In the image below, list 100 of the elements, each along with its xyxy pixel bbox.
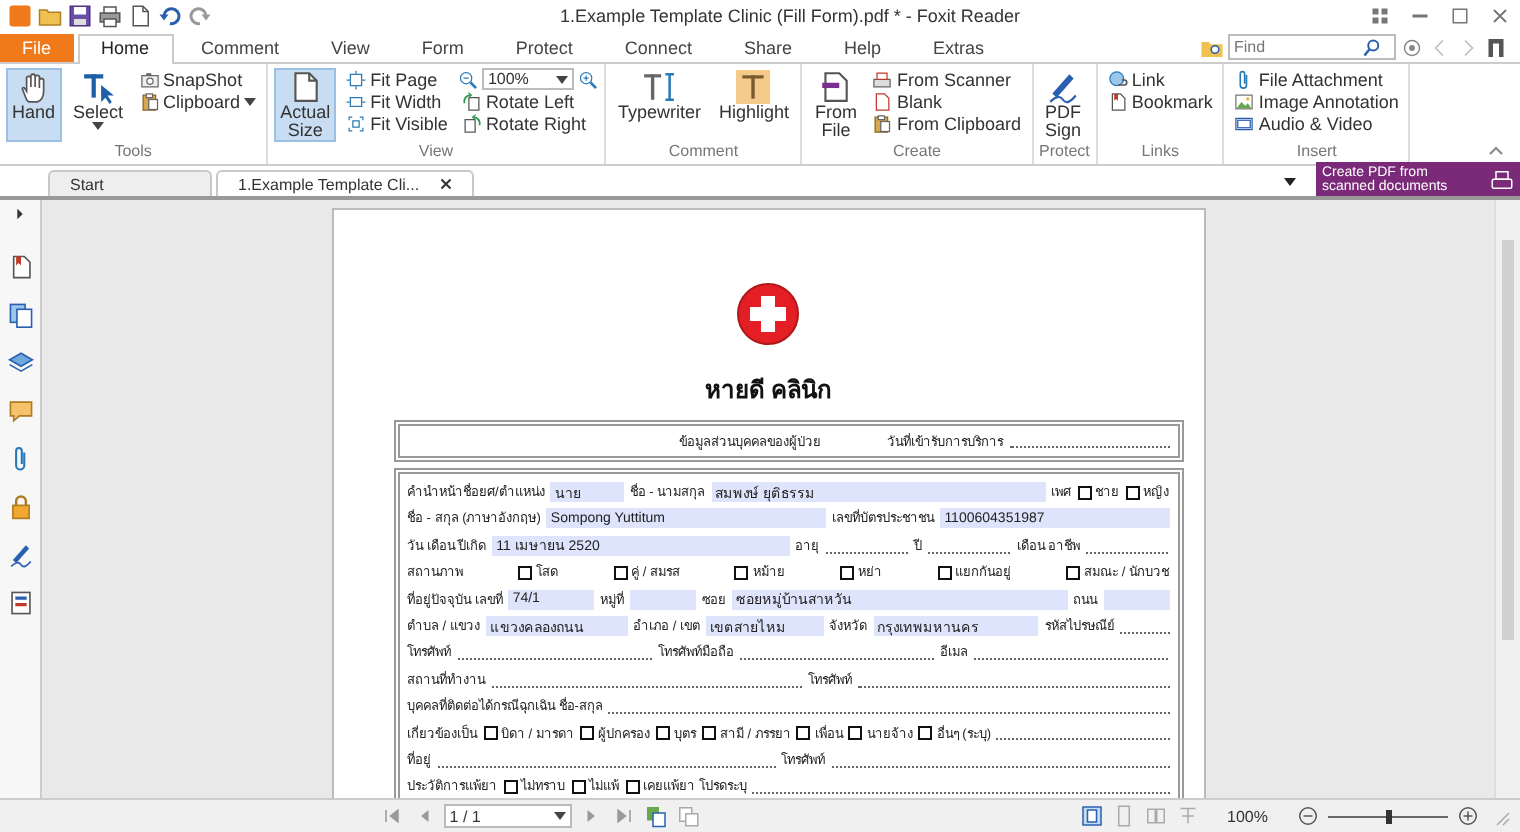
checkbox[interactable] bbox=[937, 565, 951, 580]
checkbox[interactable] bbox=[1066, 565, 1081, 580]
ribbon-button[interactable]: Blank bbox=[868, 90, 1026, 112]
ribbon-button[interactable]: File Attachment bbox=[1230, 68, 1403, 90]
ribbon-button[interactable]: From Clipboard bbox=[868, 112, 1026, 134]
zoom-in-icon[interactable] bbox=[1456, 804, 1480, 828]
menu-tab[interactable]: Comment bbox=[177, 34, 304, 62]
page-field[interactable]: 1 / 1 bbox=[443, 804, 572, 828]
lock-icon[interactable] bbox=[7, 494, 33, 520]
menu-tab[interactable]: Connect bbox=[600, 34, 716, 62]
checkbox[interactable] bbox=[655, 726, 670, 741]
checkbox[interactable] bbox=[1077, 485, 1091, 500]
rotate-left-icon bbox=[461, 91, 482, 111]
single-page-icon[interactable] bbox=[1079, 804, 1104, 828]
undo-icon[interactable] bbox=[158, 4, 182, 28]
clipboard-icon bbox=[139, 91, 160, 111]
zoom-out-icon[interactable] bbox=[1296, 804, 1320, 828]
typewriter-icon bbox=[642, 70, 677, 104]
pen-icon[interactable] bbox=[7, 542, 33, 568]
search-box[interactable]: Find bbox=[1228, 34, 1396, 60]
checkbox[interactable] bbox=[734, 565, 749, 580]
fit-visible-icon bbox=[346, 113, 367, 133]
ribbon-button[interactable]: Image Annotation bbox=[1230, 90, 1403, 112]
ribbon-button[interactable]: Actual Size bbox=[274, 68, 337, 142]
restore-icon[interactable] bbox=[1448, 4, 1472, 28]
input-field[interactable] bbox=[1103, 589, 1169, 610]
layout-icon[interactable] bbox=[1484, 35, 1508, 59]
printer-icon[interactable] bbox=[98, 4, 122, 28]
group-label: Tools bbox=[112, 142, 154, 162]
pen-icon bbox=[1046, 70, 1081, 104]
checkbox[interactable] bbox=[613, 565, 628, 580]
zoom-field[interactable]: 100% bbox=[481, 68, 574, 90]
menu-tab[interactable]: Home bbox=[77, 34, 174, 64]
checkbox[interactable] bbox=[579, 726, 594, 741]
menu-tab[interactable]: Form bbox=[397, 34, 488, 62]
close-icon[interactable] bbox=[439, 178, 452, 190]
collapse-icon[interactable] bbox=[1488, 144, 1504, 156]
checkbox[interactable] bbox=[848, 726, 863, 741]
checkbox[interactable] bbox=[518, 565, 533, 580]
ribbon-button[interactable]: Fit Width bbox=[342, 90, 452, 112]
menu-tab[interactable]: View bbox=[307, 34, 394, 62]
comment-icon[interactable] bbox=[7, 398, 33, 424]
grid-icon[interactable] bbox=[1368, 4, 1392, 28]
ribbon-button[interactable]: Typewriter bbox=[611, 68, 707, 142]
checkbox[interactable] bbox=[571, 779, 585, 794]
ribbon-button[interactable]: Bookmark bbox=[1103, 90, 1217, 112]
ribbon-button[interactable]: From File bbox=[808, 68, 863, 142]
group-label: Comment bbox=[666, 142, 741, 162]
slider-thumb[interactable] bbox=[1385, 809, 1391, 823]
checkbox[interactable] bbox=[918, 726, 933, 741]
ribbon-button[interactable]: Fit Visible bbox=[342, 112, 452, 134]
pages-icon[interactable] bbox=[643, 804, 668, 828]
pdf-page-icon bbox=[818, 70, 853, 104]
form-icon[interactable] bbox=[7, 590, 33, 616]
checkbox[interactable] bbox=[796, 726, 811, 741]
document-tab[interactable]: Start bbox=[48, 170, 212, 196]
camera-icon bbox=[139, 69, 160, 89]
layers-icon[interactable] bbox=[7, 350, 33, 376]
menu-tab[interactable]: Extras bbox=[909, 34, 1009, 62]
scanner-icon bbox=[872, 69, 893, 89]
bookmark-icon[interactable] bbox=[7, 254, 33, 280]
fit-page-icon bbox=[346, 69, 367, 89]
menu-tab[interactable]: Help bbox=[819, 34, 905, 62]
zoom-in-icon[interactable] bbox=[577, 69, 598, 89]
ribbon-button[interactable]: SnapShot bbox=[135, 68, 261, 90]
expand-icon[interactable] bbox=[16, 208, 24, 220]
checkbox[interactable] bbox=[1125, 485, 1139, 500]
ribbon-button[interactable]: From Scanner bbox=[868, 68, 1026, 90]
redo-icon[interactable] bbox=[188, 4, 212, 28]
ribbon-button[interactable]: Audio & Video bbox=[1230, 112, 1403, 134]
page-icon[interactable] bbox=[128, 4, 152, 28]
menu-tab[interactable]: Protect bbox=[491, 34, 597, 62]
ribbon-button[interactable]: Hand bbox=[6, 68, 62, 142]
ribbon-button[interactable]: Clipboard bbox=[135, 90, 261, 112]
ribbon-button[interactable]: PDF Sign bbox=[1039, 68, 1088, 142]
menu-tab[interactable]: Share bbox=[719, 34, 816, 62]
ribbon-button[interactable]: Fit Page bbox=[342, 68, 452, 90]
checkbox[interactable] bbox=[839, 565, 854, 580]
link-icon bbox=[1107, 69, 1128, 89]
clipboard-icon bbox=[872, 113, 893, 133]
settings-icon[interactable] bbox=[1400, 35, 1424, 59]
input-field[interactable] bbox=[629, 589, 696, 610]
save-icon[interactable] bbox=[68, 4, 92, 28]
ribbon-button[interactable]: Rotate Right bbox=[457, 112, 598, 134]
checkbox[interactable] bbox=[701, 726, 716, 741]
checkbox[interactable] bbox=[483, 726, 497, 741]
ribbon-button[interactable]: Rotate Left bbox=[457, 90, 598, 112]
pages-icon[interactable] bbox=[7, 302, 33, 328]
checkbox[interactable] bbox=[625, 779, 639, 794]
ribbon-button[interactable]: Highlight bbox=[712, 68, 795, 142]
ribbon-button[interactable]: Select bbox=[67, 68, 130, 142]
checkbox[interactable] bbox=[503, 779, 517, 794]
ribbon-button[interactable]: Link bbox=[1103, 68, 1217, 90]
zoom-out-icon[interactable] bbox=[457, 69, 478, 89]
caret-icon[interactable] bbox=[1284, 177, 1296, 185]
screen-icon bbox=[1234, 113, 1255, 133]
search-icon[interactable] bbox=[1362, 37, 1382, 57]
document-tab[interactable]: 1.Example Template Cli... bbox=[216, 170, 474, 196]
scrollbar[interactable] bbox=[1494, 200, 1520, 798]
group-label: Links bbox=[1139, 142, 1181, 162]
